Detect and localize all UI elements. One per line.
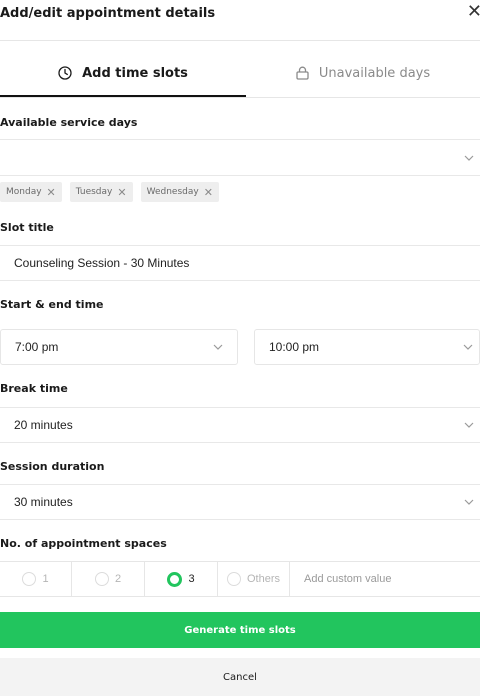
chip-label: Monday <box>6 187 42 197</box>
chip-label: Tuesday <box>75 187 113 197</box>
option-label: 1 <box>42 573 49 585</box>
option-label: 3 <box>188 573 195 585</box>
selected-days: Monday ✕ Tuesday ✕ Wednesday ✕ <box>0 182 219 202</box>
tab-bar: Add time slots Unavailable days <box>0 48 480 98</box>
radio-selected-icon <box>167 571 183 587</box>
option-label: Others <box>246 573 280 585</box>
slot-title-input[interactable]: Counseling Session - 30 Minutes <box>0 245 480 281</box>
session-duration-value: 30 minutes <box>14 495 73 509</box>
remove-chip-icon[interactable]: ✕ <box>204 186 213 199</box>
slot-title-value: Counseling Session - 30 Minutes <box>14 256 190 270</box>
dialog-title: Add/edit appointment details <box>0 6 216 21</box>
session-duration-label: Session duration <box>0 460 105 473</box>
generate-time-slots-button[interactable]: Generate time slots <box>0 612 480 648</box>
remove-chip-icon[interactable]: ✕ <box>47 186 56 199</box>
option-label: 2 <box>114 573 122 585</box>
service-days-select[interactable] <box>0 139 480 176</box>
header-divider <box>0 40 480 41</box>
tab-label: Add time slots <box>82 65 188 81</box>
tab-unavailable-days[interactable]: Unavailable days <box>246 48 480 98</box>
start-time-select[interactable]: 7:00 pm <box>0 329 238 365</box>
day-chip: Wednesday ✕ <box>140 182 219 202</box>
spaces-label: No. of appointment spaces <box>0 537 167 550</box>
lock-icon <box>296 66 309 80</box>
tab-label: Unavailable days <box>318 65 431 81</box>
chevron-down-icon <box>464 499 474 505</box>
radio-icon <box>22 572 37 586</box>
start-end-label: Start & end time <box>0 298 104 311</box>
end-time-select[interactable]: 10:00 pm <box>254 329 480 365</box>
radio-icon <box>94 572 109 586</box>
spaces-option-3[interactable]: 3 <box>145 562 218 596</box>
close-icon[interactable]: ✕ <box>467 2 480 22</box>
cancel-button[interactable]: Cancel <box>0 658 480 696</box>
slot-title-label: Slot title <box>0 221 54 234</box>
break-time-select[interactable]: 20 minutes <box>0 407 480 443</box>
remove-chip-icon[interactable]: ✕ <box>117 186 126 199</box>
chevron-down-icon <box>464 422 474 428</box>
dialog-header: Add/edit appointment details ✕ <box>0 0 480 36</box>
day-chip: Tuesday ✕ <box>69 182 133 202</box>
end-time-value: 10:00 pm <box>269 340 320 354</box>
spaces-option-1[interactable]: 1 <box>0 562 72 596</box>
start-time-value: 7:00 pm <box>15 340 59 354</box>
break-time-label: Break time <box>0 382 68 395</box>
service-days-label: Available service days <box>0 116 138 129</box>
chevron-down-icon <box>463 344 473 350</box>
chevron-down-icon <box>464 155 474 161</box>
break-time-value: 20 minutes <box>14 418 73 432</box>
chip-label: Wednesday <box>146 187 199 197</box>
spaces-option-others[interactable]: Others <box>218 562 290 596</box>
spaces-option-2[interactable]: 2 <box>72 562 145 596</box>
tabs-divider <box>0 97 480 98</box>
chevron-down-icon <box>213 344 223 350</box>
tab-add-time-slots[interactable]: Add time slots <box>0 48 246 98</box>
clock-icon <box>58 66 72 80</box>
custom-spaces-input[interactable]: Add custom value <box>290 562 480 596</box>
session-duration-select[interactable]: 30 minutes <box>0 484 480 520</box>
radio-icon <box>226 572 241 586</box>
day-chip: Monday ✕ <box>0 182 62 202</box>
appointment-spaces-group: 1 2 3 Others Add custom value <box>0 561 480 597</box>
